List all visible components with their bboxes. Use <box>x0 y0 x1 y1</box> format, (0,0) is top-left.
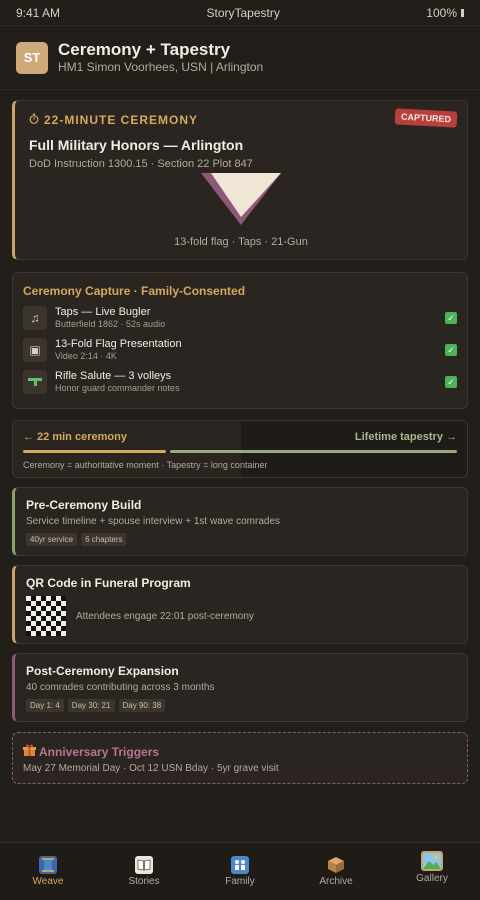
capture-item[interactable]: ▣ 13-Fold Flag Presentation Video 2:14 ·… <box>23 338 457 362</box>
status-app-name: StoryTapestry <box>206 5 280 20</box>
tapestry-bar <box>170 450 457 453</box>
qr-text: Attendees engage 22:01 post-ceremony <box>76 610 254 622</box>
ceremony-label: 22-MINUTE CEREMONY <box>44 113 199 127</box>
stopwatch-icon <box>29 113 39 127</box>
battery-icon <box>461 8 464 17</box>
check-icon: ✓ <box>445 376 457 388</box>
ceremony-bar <box>23 450 166 453</box>
rifle-icon <box>23 370 47 394</box>
nav-label: Family <box>225 876 255 887</box>
book-icon <box>135 856 153 874</box>
ceremony-card[interactable]: 22-MINUTE CEREMONY CAPTURED Full Militar… <box>12 100 468 260</box>
page-subtitle: HM1 Simon Voorhees, USN | Arlington <box>58 60 264 74</box>
nav-label: Weave <box>32 876 64 887</box>
tag: 40yr service <box>26 533 78 546</box>
tag: Day 1: 4 <box>26 699 64 712</box>
capture-item-sub: Butterfield 1862 · 52s audio <box>55 319 166 329</box>
picture-icon <box>421 851 443 871</box>
anniversary-card[interactable]: Anniversary Triggers May 27 Memorial Day… <box>12 732 468 784</box>
ceremony-capture-card: Ceremony Capture · Family-Consented ♫ Ta… <box>12 272 468 409</box>
status-bar: 9:41 AM StoryTapestry 100% <box>0 0 480 26</box>
ceremony-label-row: 22-MINUTE CEREMONY <box>29 113 453 127</box>
video-icon: ▣ <box>23 338 47 362</box>
avatar[interactable]: ST <box>16 41 48 74</box>
tag: Day 90: 38 <box>118 699 166 712</box>
nav-item-gallery[interactable]: Gallery <box>384 843 480 900</box>
ceremony-reference: DoD Instruction 1300.15 · Section 22 Plo… <box>29 158 253 170</box>
tag: 6 chapters <box>81 533 127 546</box>
qr-card[interactable]: QR Code in Funeral Program Attendees eng… <box>12 565 468 644</box>
capture-item-title: Rifle Salute — 3 volleys <box>55 370 172 382</box>
check-icon: ✓ <box>445 344 457 356</box>
battery-level: 100% <box>426 5 457 20</box>
battery-indicator: 100% <box>426 6 464 20</box>
capture-item-sub: Video 2:14 · 4K <box>55 351 117 361</box>
captured-badge: CAPTURED <box>394 108 458 128</box>
trumpet-icon: ♫ <box>23 306 47 330</box>
capture-item[interactable]: Rifle Salute — 3 volleys Honor guard com… <box>23 370 457 394</box>
post-ceremony-sub: 40 comrades contributing across 3 months <box>26 682 215 693</box>
status-time: 9:41 AM <box>16 5 61 20</box>
capture-section-title: Ceremony Capture · Family-Consented <box>23 284 246 298</box>
timeline-bars <box>23 450 457 453</box>
bottom-nav: Weave Stories Family Archive Gallery <box>0 842 480 900</box>
capture-item-sub: Honor guard commander notes <box>55 383 180 393</box>
anniversary-title: Anniversary Triggers <box>39 745 160 759</box>
box-icon <box>327 856 345 874</box>
nav-item-stories[interactable]: Stories <box>96 843 192 900</box>
capture-item[interactable]: ♫ Taps — Live Bugler Butterfield 1862 · … <box>23 306 457 330</box>
family-icon <box>231 856 249 874</box>
nav-item-archive[interactable]: Archive <box>288 843 384 900</box>
timeline-card: ← 22 min ceremony Lifetime tapestry → Ce… <box>12 420 468 478</box>
post-ceremony-title: Post-Ceremony Expansion <box>26 664 179 678</box>
nav-label: Stories <box>128 876 160 887</box>
post-ceremony-card[interactable]: Post-Ceremony Expansion 40 comrades cont… <box>12 653 468 722</box>
qr-title: QR Code in Funeral Program <box>26 576 191 590</box>
page-title: Ceremony + Tapestry <box>58 40 231 59</box>
check-icon: ✓ <box>445 312 457 324</box>
timeline-note: Ceremony = authoritative moment · Tapest… <box>23 460 268 470</box>
qr-code-icon <box>26 596 66 636</box>
nav-label: Archive <box>319 876 353 887</box>
ceremony-title: Full Military Honors — Arlington <box>29 137 244 153</box>
gift-icon <box>23 744 36 760</box>
pre-ceremony-sub: Service timeline + spouse interview + 1s… <box>26 516 281 527</box>
capture-item-title: 13-Fold Flag Presentation <box>55 338 182 350</box>
flag-caption: 13-fold flag · Taps · 21-Gun <box>174 236 308 248</box>
page-header: ST Ceremony + Tapestry HM1 Simon Voorhee… <box>0 26 480 90</box>
capture-item-title: Taps — Live Bugler <box>55 306 151 318</box>
tag: Day 30: 21 <box>67 699 115 712</box>
pre-ceremony-card[interactable]: Pre-Ceremony Build Service timeline + sp… <box>12 487 468 556</box>
anniversary-sub: May 27 Memorial Day · Oct 12 USN Bday · … <box>23 763 279 774</box>
nav-item-family[interactable]: Family <box>192 843 288 900</box>
timeline-left-label: ← 22 min ceremony <box>23 431 127 443</box>
timeline-right-label: Lifetime tapestry → <box>354 431 457 443</box>
nav-label: Gallery <box>416 873 448 884</box>
nav-item-weave[interactable]: Weave <box>0 843 96 900</box>
spool-icon <box>39 856 57 874</box>
pre-ceremony-title: Pre-Ceremony Build <box>26 498 142 512</box>
folded-flag-icon <box>15 173 467 225</box>
